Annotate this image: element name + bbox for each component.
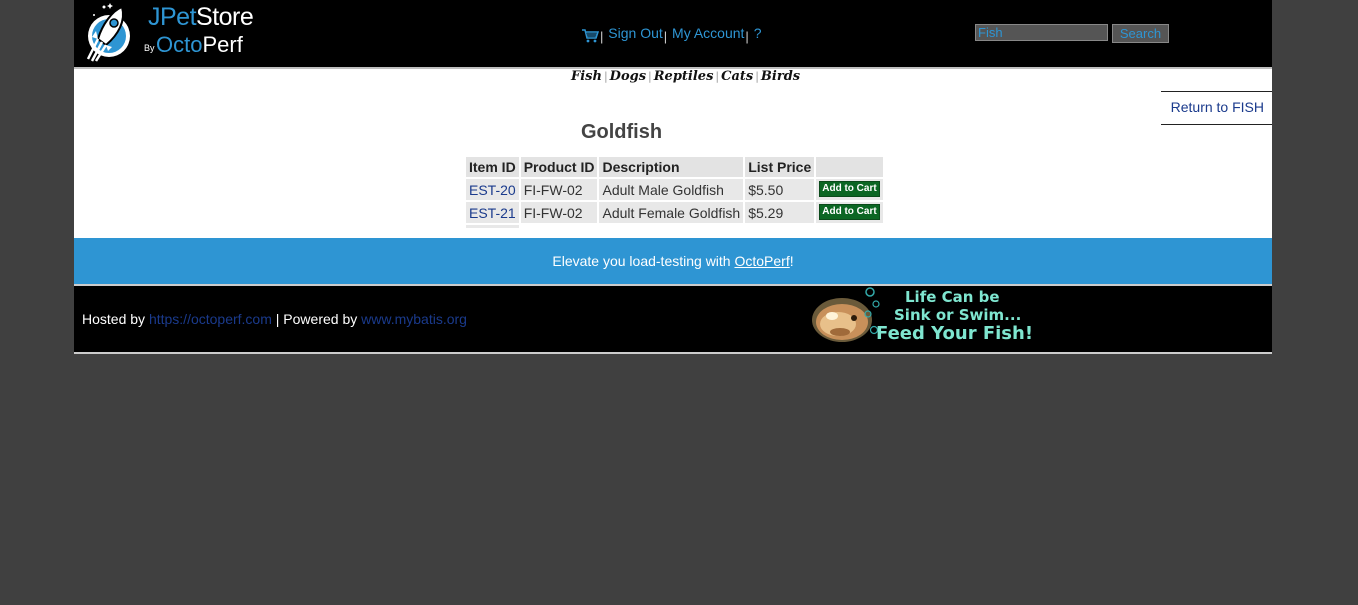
product-title: Goldfish bbox=[580, 121, 663, 143]
banner-line-2: Sink or Swim... bbox=[894, 306, 1022, 324]
logo-octo: Octo bbox=[156, 32, 203, 57]
menu-separator: | bbox=[745, 29, 749, 44]
table-row: EST-20 FI-FW-02 Adult Male Goldfish $5.5… bbox=[466, 179, 883, 200]
item-id-link[interactable]: EST-21 bbox=[469, 205, 516, 221]
table-footer-cell bbox=[466, 225, 519, 228]
header: JPetStore By OctoPerf | Sign Out| My Acc… bbox=[74, 0, 1272, 69]
logo-title: JPetStore bbox=[148, 3, 254, 32]
my-account-link[interactable]: My Account bbox=[672, 25, 744, 41]
promo-banner: Elevate you load-testing with OctoPerf! bbox=[74, 238, 1272, 286]
empty-cell bbox=[816, 225, 882, 228]
footer: Hosted by https://octoperf.com | Powered… bbox=[74, 286, 1272, 354]
octoperf-site-link[interactable]: https://octoperf.com bbox=[149, 311, 272, 327]
items-table: Item ID Product ID Description List Pric… bbox=[464, 155, 885, 230]
item-id-cell: EST-21 bbox=[466, 202, 519, 223]
empty-cell bbox=[745, 225, 814, 228]
hosted-by-label: Hosted by bbox=[82, 311, 149, 327]
jpetstore-logo[interactable]: JPetStore By OctoPerf bbox=[82, 1, 262, 63]
empty-cell bbox=[521, 225, 598, 228]
item-id-cell: EST-20 bbox=[466, 179, 519, 200]
main-content: Return to FISH Goldfish Item ID Product … bbox=[74, 69, 1272, 238]
logo-perf: Perf bbox=[202, 32, 243, 57]
product-id-cell: FI-FW-02 bbox=[520, 202, 598, 223]
item-id-link[interactable]: EST-20 bbox=[469, 182, 516, 198]
price-cell: $5.29 bbox=[745, 202, 815, 223]
table-footer-row bbox=[466, 225, 883, 228]
footer-credits: Hosted by https://octoperf.com | Powered… bbox=[82, 311, 467, 327]
help-link[interactable]: ? bbox=[754, 25, 762, 41]
fish-image bbox=[812, 287, 880, 342]
price-cell: $5.50 bbox=[745, 179, 815, 200]
search-button[interactable]: Search bbox=[1112, 24, 1169, 43]
sign-out-link[interactable]: Sign Out bbox=[608, 25, 662, 41]
column-header-list-price: List Price bbox=[745, 157, 815, 177]
logo-by: By bbox=[144, 43, 155, 53]
column-header-item-id: Item ID bbox=[466, 157, 519, 177]
product-id-cell: FI-FW-02 bbox=[520, 179, 598, 200]
column-header-product-id: Product ID bbox=[520, 157, 598, 177]
column-header-action bbox=[816, 157, 883, 177]
return-to-fish-link[interactable]: Return to FISH bbox=[1171, 99, 1272, 115]
table-row: EST-21 FI-FW-02 Adult Female Goldfish $5… bbox=[466, 202, 883, 223]
table-header-row: Item ID Product ID Description List Pric… bbox=[466, 157, 883, 177]
logo-octoperf: OctoPerf bbox=[156, 32, 243, 58]
menu-separator: | bbox=[600, 29, 604, 44]
banner-line-1: Life Can be bbox=[905, 288, 1000, 306]
logo-pet: Pet bbox=[160, 3, 197, 31]
feed-your-fish-banner[interactable]: Life Can be Sink or Swim... Feed Your Fi… bbox=[810, 286, 1060, 350]
action-cell: Add to Cart bbox=[816, 202, 883, 223]
cart-icon[interactable] bbox=[582, 29, 600, 43]
banner-line-3: Feed Your Fish! bbox=[876, 323, 1034, 344]
search-input[interactable] bbox=[975, 24, 1108, 41]
description-cell: Adult Male Goldfish bbox=[599, 179, 744, 200]
column-header-description: Description bbox=[599, 157, 744, 177]
rocket-icon bbox=[86, 3, 130, 62]
octoperf-link[interactable]: OctoPerf bbox=[734, 253, 789, 269]
add-to-cart-button[interactable]: Add to Cart bbox=[819, 204, 880, 220]
powered-by-label: | Powered by bbox=[271, 311, 362, 327]
description-cell: Adult Female Goldfish bbox=[599, 202, 744, 223]
empty-cell bbox=[599, 225, 743, 228]
logo-j: J bbox=[148, 3, 161, 31]
back-link-box: Return to FISH bbox=[1161, 91, 1272, 125]
header-menu: | Sign Out| My Account| ? bbox=[582, 24, 762, 44]
action-cell: Add to Cart bbox=[816, 179, 883, 200]
menu-separator: | bbox=[663, 29, 668, 44]
logo-store: Store bbox=[196, 3, 254, 31]
page-container: JPetStore By OctoPerf | Sign Out| My Acc… bbox=[74, 0, 1272, 354]
add-to-cart-button[interactable]: Add to Cart bbox=[819, 181, 880, 197]
promo-text: Elevate you load-testing with bbox=[552, 253, 735, 269]
promo-suffix: ! bbox=[789, 253, 794, 269]
mybatis-link[interactable]: www.mybatis.org bbox=[361, 311, 467, 327]
